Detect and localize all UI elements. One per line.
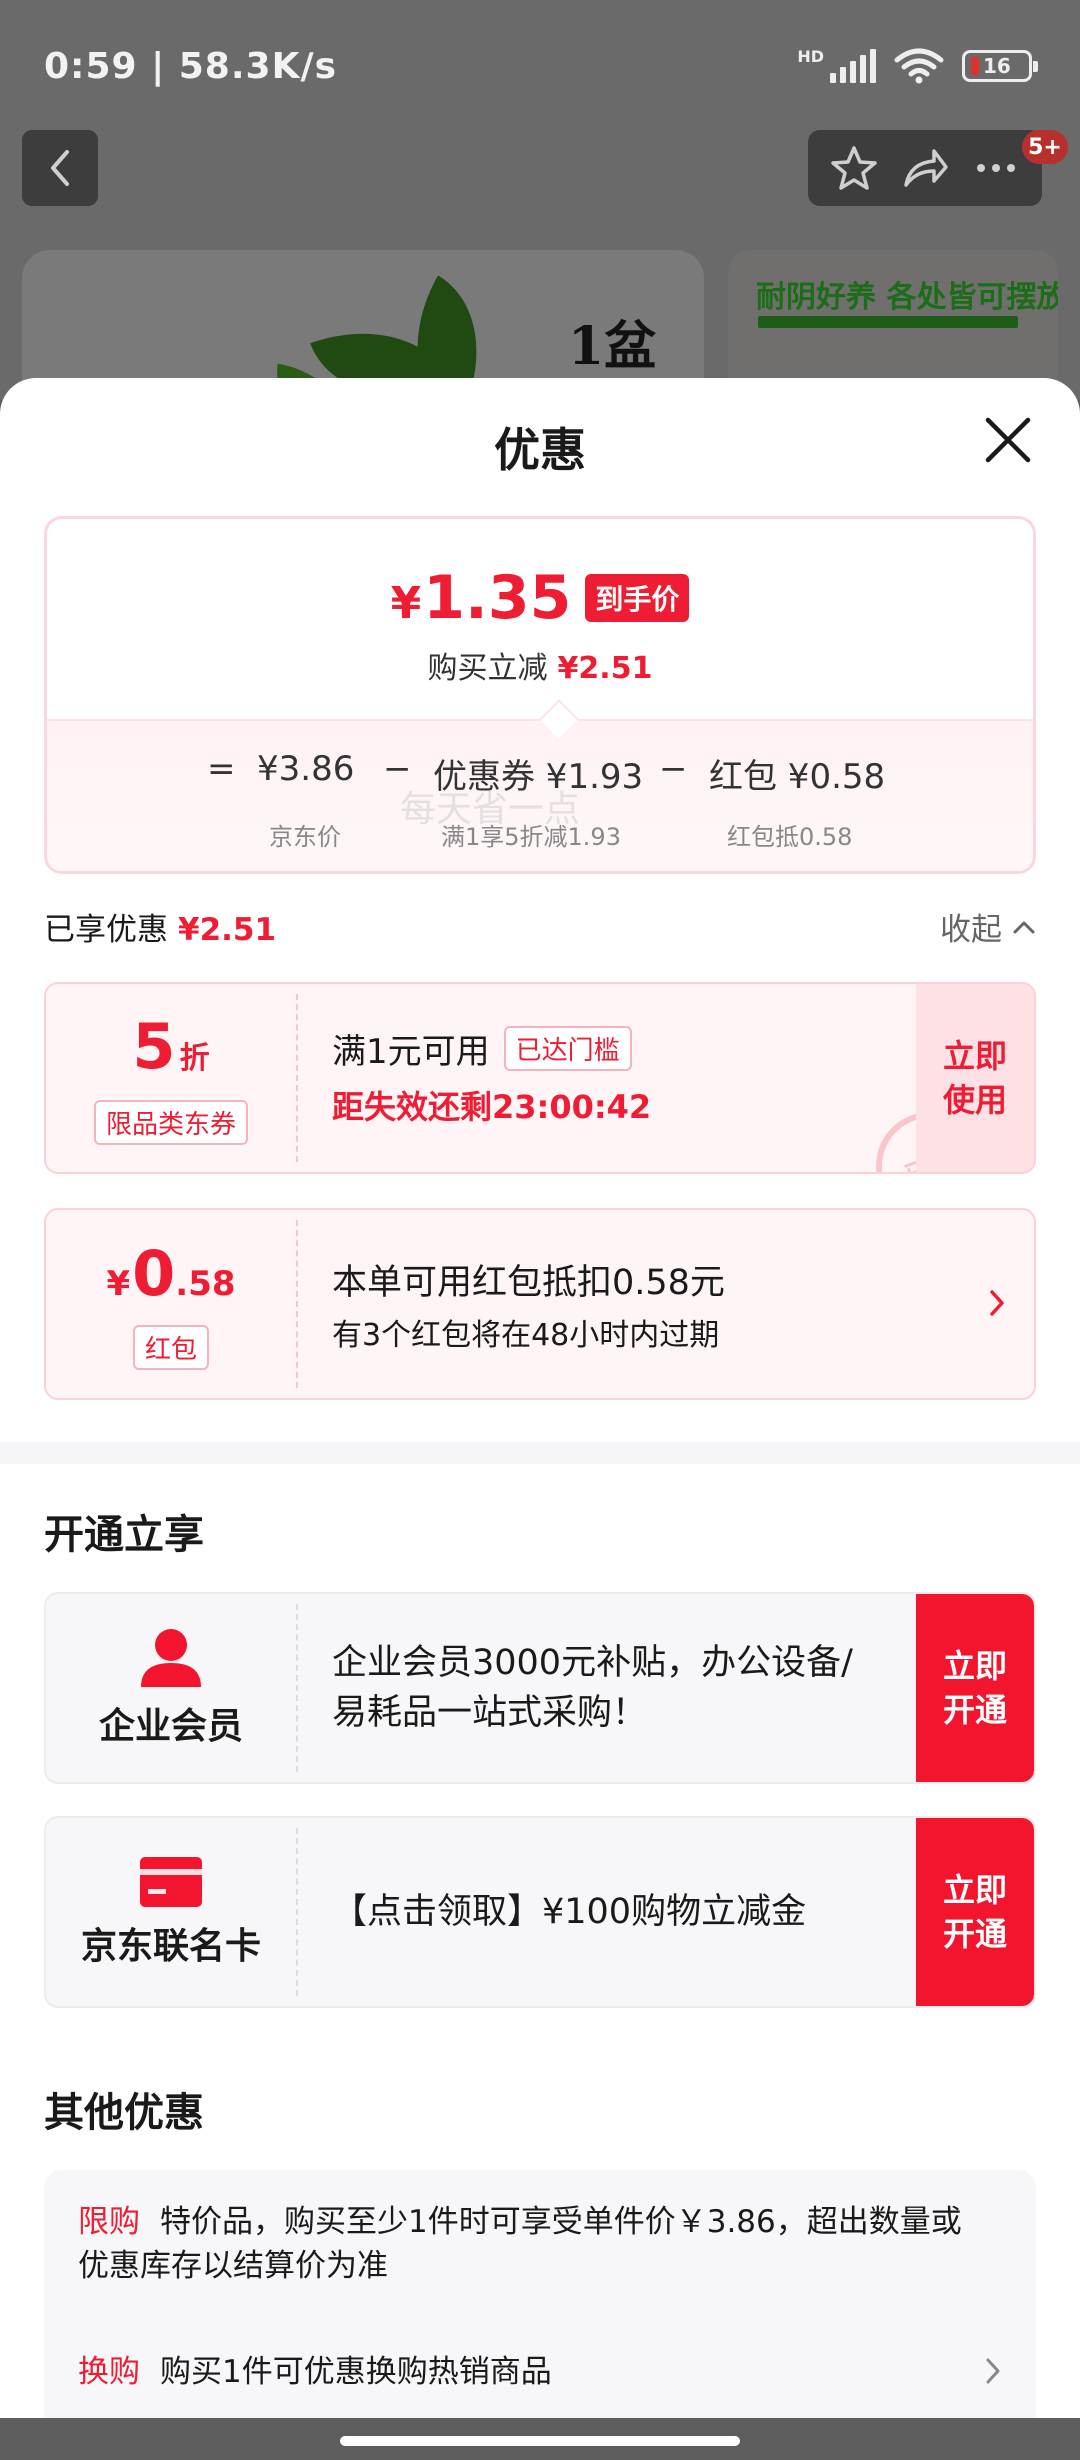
sheet-title: 优惠 <box>494 423 586 477</box>
exchange-item[interactable]: 换购 购买1件可优惠换购热销商品 <box>78 2350 966 2394</box>
open-enterprise-button[interactable]: 立即 开通 <box>916 1594 1034 1782</box>
product-quantity: 1盆 <box>568 316 657 377</box>
home-indicator[interactable] <box>340 2436 740 2446</box>
star-icon[interactable] <box>829 143 879 193</box>
battery-icon: 16 <box>962 50 1038 82</box>
cobrand-card-name: 京东联名卡 <box>80 1926 261 1967</box>
coupon-timer: 距失效还剩23:00:42 <box>332 1088 652 1126</box>
exchange-tag: 换购 <box>78 2354 140 2390</box>
share-icon[interactable] <box>900 143 950 193</box>
other-section-title: 其他优惠 <box>44 2090 204 2136</box>
nav-actions <box>808 130 1042 206</box>
red-packet-value: ¥0.58 <box>106 1236 236 1310</box>
chevron-up-icon <box>1013 921 1035 933</box>
coupon-condition: 满1元可用 已达门槛 <box>332 1024 632 1073</box>
redpacket-amount: 红包 ¥0.58 <box>709 757 886 797</box>
use-coupon-button[interactable]: 立即 使用 <box>916 984 1034 1172</box>
final-price: ¥1.35 <box>390 563 572 633</box>
close-icon[interactable] <box>980 412 1036 468</box>
battery-level: 16 <box>983 54 1011 78</box>
red-packet-expiry: 有3个红包将在48小时内过期 <box>332 1318 720 1353</box>
status-icons: HD 16 <box>797 47 1038 84</box>
back-button[interactable] <box>22 130 98 206</box>
enterprise-member-card[interactable]: 企业会员 企业会员3000元补贴，办公设备/易耗品一站式采购！ 立即 开通 <box>44 1592 1036 1784</box>
cobrand-card-card[interactable]: 京东联名卡 【点击领取】¥100购物立减金 立即 开通 <box>44 1816 1036 2008</box>
thumbnail-title: 耐阴好养 各处皆可摆放 <box>756 280 1058 315</box>
other-discounts: 限购 特价品，购买至少1件时可享受单件价￥3.86，超出数量或优惠库存以结算价为准… <box>44 2170 1036 2418</box>
hd-label: HD <box>797 47 824 66</box>
status-bar: 0:59 | 58.3K/s HD 16 <box>0 0 1080 130</box>
red-packet-type: 红包 <box>132 1324 209 1370</box>
redpacket-label: 红包抵0.58 <box>727 823 853 851</box>
purchase-limit-item: 限购 特价品，购买至少1件时可享受单件价￥3.86，超出数量或优惠库存以结算价为准 <box>78 2204 962 2284</box>
chevron-right-icon <box>990 1290 1004 1316</box>
red-packet-card[interactable]: ¥0.58 红包 本单可用红包抵扣0.58元 有3个红包将在48小时内过期 <box>44 1208 1036 1400</box>
credit-card-icon <box>140 1857 202 1907</box>
coupon-type: 限品类东券 <box>93 1099 248 1145</box>
purchase-limit-tag: 限购 <box>78 2204 140 2240</box>
chevron-right-icon <box>986 2358 1000 2384</box>
red-packet-main: 本单可用红包抵扣0.58元 <box>332 1263 725 1303</box>
signal-icon <box>830 49 876 83</box>
status-time: 0:59 | 58.3K/s <box>44 46 338 87</box>
final-price-tag: 到手价 <box>585 574 690 622</box>
open-cobrand-button[interactable]: 立即 开通 <box>916 1818 1034 2006</box>
coupon-card[interactable]: 5折 限品类东券 满1元可用 已达门槛 距失效还剩23:00:42 已领 立即使… <box>44 982 1036 1174</box>
cobrand-card-desc: 【点击领取】¥100购物立减金 <box>332 1892 807 1932</box>
message-badge: 5+ <box>1022 130 1068 164</box>
original-price: ¥3.86 <box>257 749 355 789</box>
threshold-chip: 已达门槛 <box>503 1026 632 1071</box>
watermark-text: 每天省一点 <box>400 789 581 830</box>
collapse-button[interactable]: 收起 <box>940 904 1036 949</box>
enjoyed-label: 已享优惠 ¥2.51 <box>44 912 277 948</box>
reduce-line: 购买立减 ¥2.51 <box>427 651 653 686</box>
enjoyed-discount-row: 已享优惠 ¥2.51 收起 <box>44 898 1036 948</box>
chevron-left-icon <box>51 150 69 186</box>
coupon-value: 5折 <box>132 1009 210 1083</box>
enterprise-member-name: 企业会员 <box>98 1706 243 1747</box>
original-price-label: 京东价 <box>269 823 341 851</box>
discount-sheet: 优惠 ¥1.35 到手价 购买立减 ¥2.51 = ¥3.86 − 优惠券 ¥1.… <box>0 378 1080 2418</box>
wifi-icon <box>894 48 944 84</box>
open-section-title: 开通立享 <box>44 1512 204 1558</box>
enterprise-member-desc: 企业会员3000元补贴，办公设备/易耗品一站式采购！ <box>332 1643 853 1733</box>
person-icon <box>141 1629 201 1687</box>
more-icon[interactable] <box>971 143 1021 193</box>
